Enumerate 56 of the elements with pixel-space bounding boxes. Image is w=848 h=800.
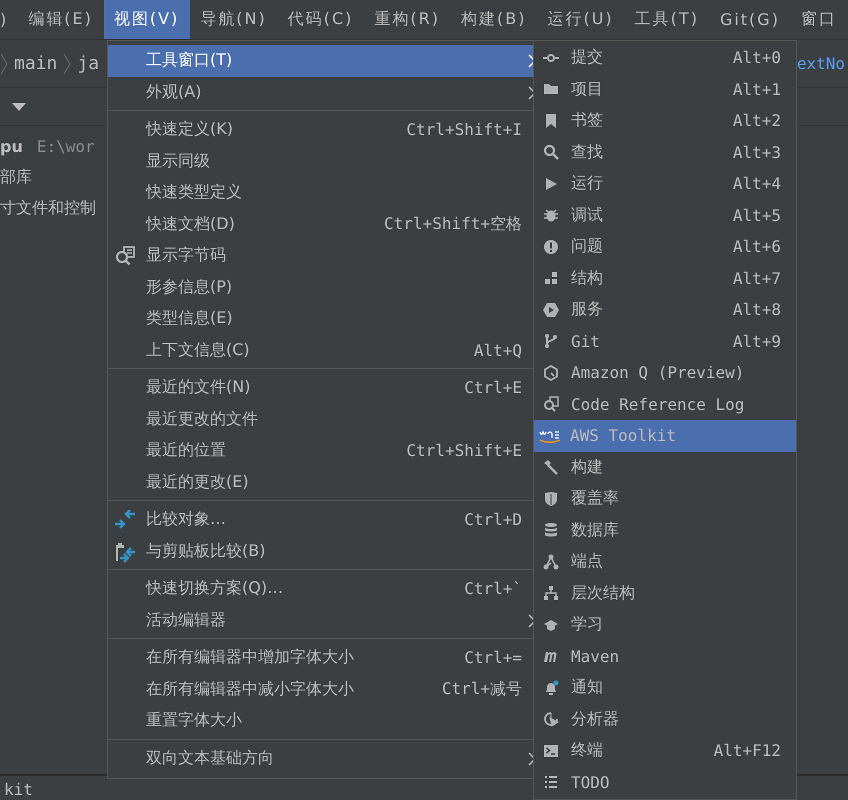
menu-item[interactable]: 编辑(E) [18,0,104,39]
exclamation-icon [543,238,559,255]
bookmark-icon [543,112,559,129]
link[interactable]: extNo [796,54,845,73]
hexagon-icon [543,364,559,381]
menu-item[interactable]: Git Alt+9 [534,326,796,357]
breadcrumb-item[interactable]: ja [77,53,100,74]
profiler-icon [543,711,559,728]
magnifier-list-icon [114,246,136,266]
menu-item[interactable]: 构建 [534,452,796,483]
menu-item[interactable]: 窗口 [790,0,848,39]
menu-item[interactable]: 调试 Alt+5 [534,200,796,231]
menu-item[interactable]: 运行(U) [537,0,625,39]
menu-item[interactable]: Amazon Q (Preview) [534,357,796,388]
list-icon [543,774,559,790]
chevron-icon [0,52,8,74]
chevron-icon [63,52,72,74]
menu-item[interactable]: 重构(R) [364,0,451,39]
menu-item[interactable]: 书签 Alt+2 [534,105,796,136]
magnifier-list-icon [543,396,559,412]
terminal-icon [543,742,559,759]
hierarchy-icon [543,585,559,602]
menu-item[interactable]: Git(G) [710,0,791,39]
menu-item[interactable]: 查找 Alt+3 [534,136,796,168]
menu-item[interactable]: 分析器 [534,704,796,735]
menu-item[interactable]: 工具(T) [624,0,710,39]
bell-icon [543,680,559,696]
play-icon [543,176,559,192]
menu-item[interactable]: 视图(V) [104,0,190,39]
menu-item[interactable]: 服务 Alt+8 [534,294,796,326]
menu-item[interactable]: 代码(C) [278,0,364,39]
tree-item[interactable]: pu [0,137,23,156]
menu-item[interactable]: 导航(N) [190,0,278,39]
menu-item[interactable]: ) [0,0,18,39]
search-icon [543,144,559,160]
tree-item-path: E:\wor [36,137,95,156]
database-icon [543,522,559,538]
tree-item[interactable]: 部库 [0,167,32,188]
arrows-icon [114,510,136,530]
tool-window-title: kit [4,780,33,799]
menu-item[interactable]: Code Reference Log [534,388,796,420]
hammer-icon [543,459,559,476]
tree-item[interactable]: 寸文件和控制 [0,198,96,219]
bug-icon [543,207,559,224]
blocks-icon [543,270,559,286]
menu-item[interactable]: Maven [534,640,796,672]
branch-icon [543,333,559,350]
menu-item[interactable]: 构建(B) [451,0,538,39]
clipboard-arrows-icon [114,542,136,564]
endpoints-icon [543,554,559,570]
shield-icon [543,490,559,507]
breadcrumb-item[interactable]: main [14,53,58,74]
dropdown-icon[interactable] [12,102,26,110]
menu-item[interactable]: 通知 [534,672,796,704]
menu-item[interactable]: 运行 Alt+4 [534,168,796,200]
service-icon [543,302,559,318]
